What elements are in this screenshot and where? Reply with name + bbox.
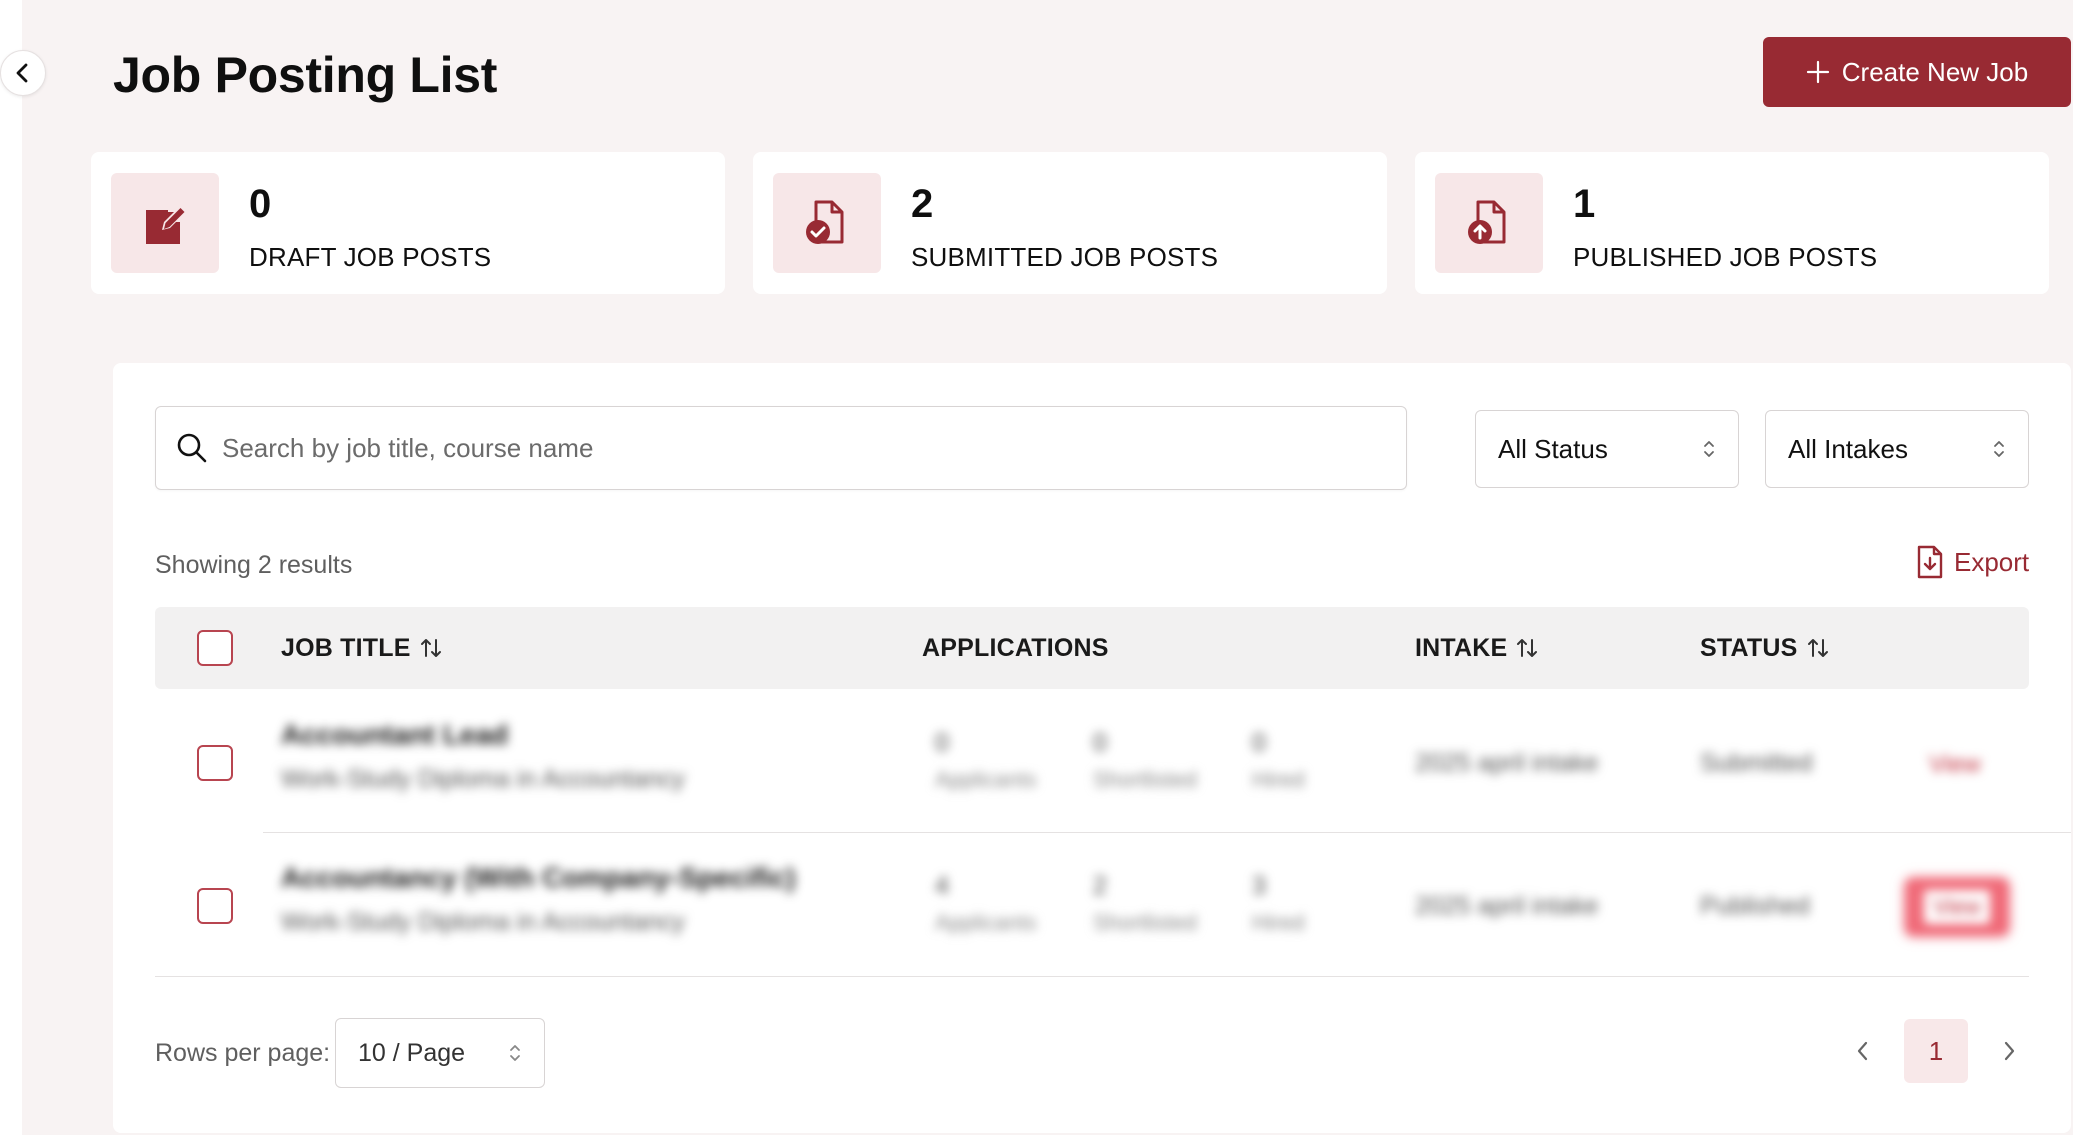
app-root: Job Posting List Create New Job 0 DRAFT … (0, 0, 2073, 1135)
row-divider (263, 832, 2071, 833)
file-download-icon (1917, 545, 1943, 579)
applicants-count: 0 (935, 729, 949, 757)
edit-icon (111, 173, 219, 273)
submitted-count: 2 (911, 182, 934, 226)
status-value: Submitted (1700, 749, 1813, 777)
stat-card-published: 1 PUBLISHED JOB POSTS (1415, 152, 2049, 294)
results-count: Showing 2 results (155, 551, 353, 579)
intake-value: 2025 april intake (1415, 749, 1599, 777)
create-new-job-button[interactable]: Create New Job (1763, 37, 2071, 107)
file-check-icon (773, 173, 881, 273)
column-applications: APPLICATIONS (922, 633, 1109, 662)
row-checkbox[interactable] (197, 888, 233, 924)
view-button-label: View (1924, 890, 1990, 924)
row-checkbox[interactable] (197, 745, 233, 781)
job-title[interactable]: Accountancy (With Company-Specific) (281, 862, 796, 894)
sort-icon (420, 639, 441, 657)
applicants-label: Applicants (935, 910, 1037, 935)
published-label: PUBLISHED JOB POSTS (1573, 242, 1878, 272)
previous-page-button[interactable] (1831, 1019, 1895, 1083)
column-intake[interactable]: INTAKE (1415, 607, 1539, 689)
view-link[interactable]: View (1929, 751, 1981, 779)
select-all-checkbox[interactable] (197, 630, 233, 666)
chevron-up-down-icon (1994, 441, 2004, 457)
intake-filter-value: All Intakes (1788, 433, 1908, 464)
job-title[interactable]: Accountant Lead (281, 719, 508, 751)
chevron-up-down-icon (1704, 441, 1714, 457)
plus-icon (1806, 60, 1829, 84)
hired-label: Hired (1252, 767, 1305, 792)
table-row[interactable]: Accountant Lead Work-Study Diploma in Ac… (155, 693, 2029, 836)
stat-card-submitted: 2 SUBMITTED JOB POSTS (753, 152, 1387, 294)
rows-per-page-label: Rows per page: (155, 1039, 331, 1067)
page-button-current[interactable]: 1 (1904, 1019, 1968, 1083)
export-button[interactable]: Export (1916, 545, 2029, 579)
export-label: Export (1954, 546, 2030, 577)
applicants-label: Applicants (935, 767, 1037, 792)
back-button[interactable] (0, 50, 46, 96)
status-filter-value: All Status (1498, 433, 1608, 464)
page-title: Job Posting List (113, 47, 498, 103)
file-upload-icon (1435, 173, 1543, 273)
chevron-left-icon (1857, 1041, 1868, 1061)
search-icon (177, 433, 207, 463)
chevron-up-down-icon (510, 1045, 520, 1061)
table-bottom-divider (155, 976, 2029, 977)
table-header: JOB TITLE APPLICATIONS INTAKE STATUS (155, 607, 2029, 689)
status-value: Published (1700, 892, 1810, 920)
shortlisted-label: Shortlisted (1093, 910, 1197, 935)
draft-count: 0 (249, 182, 272, 226)
draft-label: DRAFT JOB POSTS (249, 242, 492, 272)
intake-value: 2025 april intake (1415, 892, 1599, 920)
rows-per-page-value: 10 / Page (358, 1038, 466, 1067)
rows-per-page-select[interactable]: 10 / Page (335, 1018, 545, 1088)
shortlisted-count: 2 (1093, 872, 1107, 900)
table-row[interactable]: Accountancy (With Company-Specific) Work… (155, 836, 2029, 979)
job-list-panel: All Status All Intakes Showing 2 results (113, 363, 2071, 1133)
chevron-left-icon (16, 63, 28, 83)
course-name: Work-Study Diploma in Accountancy (281, 765, 685, 793)
sort-icon (1807, 639, 1828, 657)
published-count: 1 (1573, 182, 1596, 226)
course-name: Work-Study Diploma in Accountancy (281, 908, 685, 936)
shortlisted-label: Shortlisted (1093, 767, 1197, 792)
main-content: Job Posting List Create New Job 0 DRAFT … (22, 0, 2073, 1135)
submitted-label: SUBMITTED JOB POSTS (911, 242, 1219, 272)
view-button[interactable]: View (1905, 878, 2009, 936)
status-filter-select[interactable]: All Status (1475, 410, 1739, 488)
column-job-title[interactable]: JOB TITLE (281, 607, 443, 689)
next-page-button[interactable] (1977, 1019, 2041, 1083)
hired-label: Hired (1252, 910, 1305, 935)
search-box[interactable] (155, 406, 1407, 490)
sort-icon (1517, 639, 1538, 657)
column-status[interactable]: STATUS (1700, 607, 1830, 689)
search-input[interactable] (222, 432, 1372, 464)
stat-card-draft: 0 DRAFT JOB POSTS (91, 152, 725, 294)
shortlisted-count: 0 (1093, 729, 1107, 757)
create-new-job-label: Create New Job (1841, 56, 2029, 87)
hired-count: 0 (1252, 729, 1266, 757)
hired-count: 3 (1252, 872, 1266, 900)
applicants-count: 4 (935, 872, 949, 900)
intake-filter-select[interactable]: All Intakes (1765, 410, 2029, 488)
chevron-right-icon (2004, 1041, 2015, 1061)
